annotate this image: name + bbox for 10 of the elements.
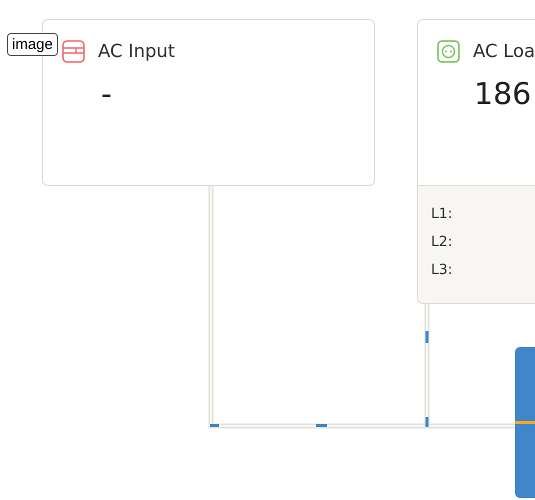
phase-label: L3:	[431, 262, 454, 278]
grid-icon	[62, 40, 85, 63]
power-value: 186	[473, 77, 532, 112]
power-value: -	[100, 77, 112, 112]
card-title: AC Input	[98, 41, 175, 62]
outlet-icon	[437, 40, 460, 63]
card-title: AC Loa	[472, 41, 535, 62]
phase-label: L2:	[431, 234, 454, 250]
image-label: image	[7, 33, 58, 56]
phase-label: L1:	[431, 206, 454, 222]
